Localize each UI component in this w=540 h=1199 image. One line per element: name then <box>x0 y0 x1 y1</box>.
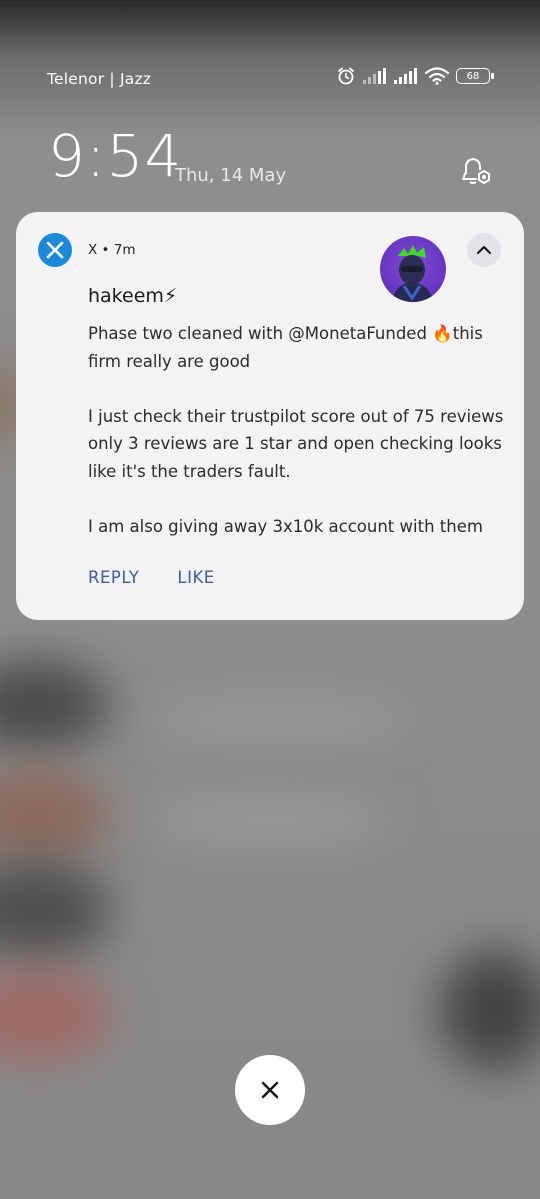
battery-level: 68 <box>466 70 480 82</box>
notification-sender: hakeem⚡ <box>88 285 178 307</box>
signal-icon <box>394 68 417 84</box>
close-icon <box>261 1081 279 1099</box>
notification-message: Phase two cleaned with @MonetaFunded 🔥th… <box>88 324 504 536</box>
notification-settings-icon[interactable] <box>456 152 496 192</box>
x-app-icon <box>38 233 72 267</box>
carrier-label: Telenor | Jazz <box>47 70 152 88</box>
status-bar: Telenor | Jazz 68 <box>0 0 540 110</box>
collapse-button[interactable] <box>467 233 501 267</box>
clear-notifications-button[interactable] <box>235 1055 305 1125</box>
app-name: X <box>88 242 98 258</box>
chevron-up-icon <box>477 246 491 254</box>
notification-age: 7m <box>113 242 136 258</box>
lockscreen-date: Thu, 14 May <box>175 165 287 186</box>
signal-icon <box>363 68 386 84</box>
lockscreen-clock: 9:54 <box>48 122 183 190</box>
meta-separator: • <box>101 242 110 258</box>
notification-actions: REPLY LIKE <box>88 568 215 587</box>
battery-icon: 68 <box>456 68 494 84</box>
alarm-icon <box>338 67 354 85</box>
notification-meta: X • 7m <box>88 242 136 258</box>
like-button[interactable]: LIKE <box>177 568 214 587</box>
avatar <box>380 236 446 302</box>
wifi-icon <box>425 67 449 85</box>
notification-card[interactable]: X • 7m hakeem⚡ Phase two cleaned with @M… <box>16 212 524 620</box>
reply-button[interactable]: REPLY <box>88 568 139 587</box>
